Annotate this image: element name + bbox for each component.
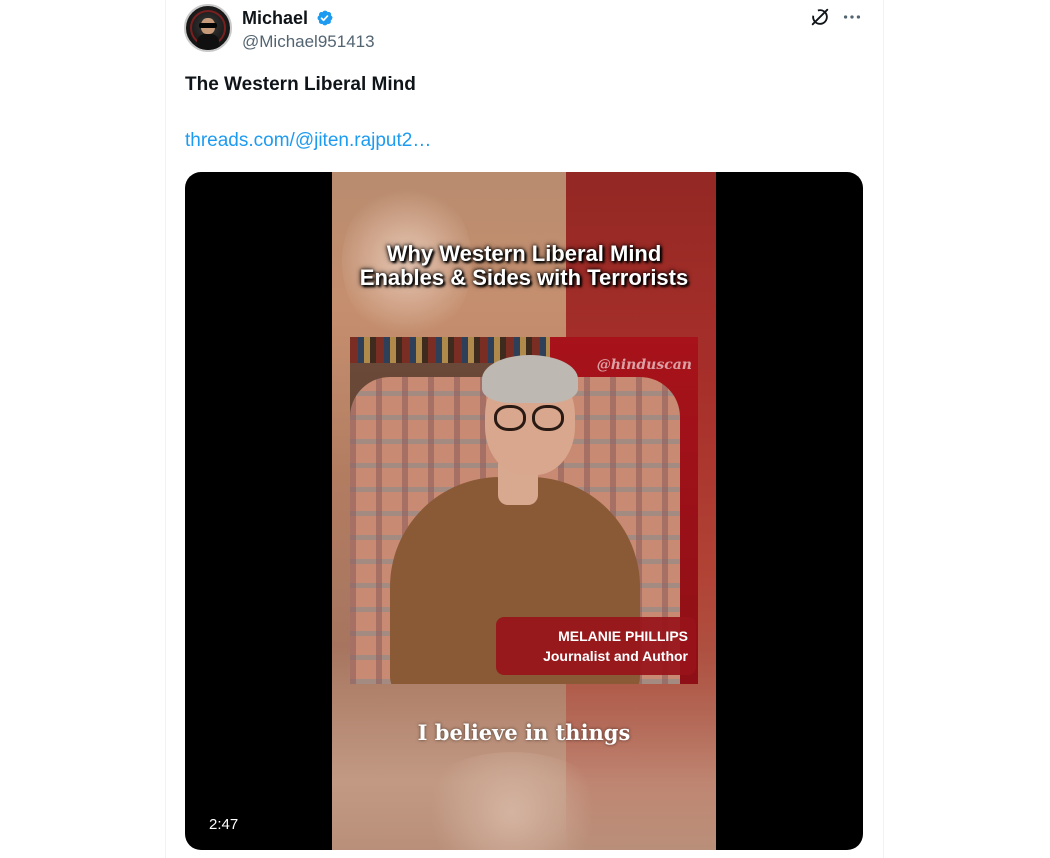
post-link[interactable]: threads.com/@jiten.rajput2…	[185, 129, 431, 153]
author-handle[interactable]: @Michael951413	[242, 31, 375, 53]
video-duration: 2:47	[209, 816, 239, 833]
more-icon[interactable]	[841, 6, 863, 28]
video-subtitle: I believe in things	[417, 720, 631, 745]
post-page: Michael @Michael951413 The Western Liber…	[0, 0, 1050, 858]
lower-third-caption: MELANIE PHILLIPS Journalist and Author	[496, 617, 696, 675]
video-title-overlay: Why Western Liberal Mind Enables & Sides…	[332, 242, 716, 290]
interview-clip: @hinduscan MELANIE PHILLIPS Journalist a…	[350, 337, 698, 684]
avatar-figure-body	[197, 34, 219, 50]
lower-third-role: Journalist and Author	[543, 648, 688, 664]
author-display-name[interactable]: Michael	[242, 7, 308, 29]
grok-icon[interactable]	[809, 6, 831, 28]
video-title-line-2: Enables & Sides with Terrorists	[359, 265, 689, 290]
post-text: The Western Liberal Mind	[185, 74, 416, 95]
clip-person-hair	[482, 355, 578, 403]
column-divider-right	[883, 0, 884, 858]
video-frame: Why Western Liberal Mind Enables & Sides…	[332, 172, 716, 850]
verified-badge-icon	[317, 10, 333, 26]
avatar-figure-sunglasses	[199, 23, 217, 28]
video-title-line-1: Why Western Liberal Mind	[386, 241, 662, 266]
video-watermark: @hinduscan	[596, 357, 692, 373]
lower-third-name: MELANIE PHILLIPS	[558, 628, 688, 644]
column-divider-left	[165, 0, 166, 858]
avatar[interactable]	[184, 4, 232, 52]
clip-glasses-right	[532, 405, 564, 431]
clip-glasses-left	[494, 405, 526, 431]
video-player[interactable]: Why Western Liberal Mind Enables & Sides…	[185, 172, 863, 850]
